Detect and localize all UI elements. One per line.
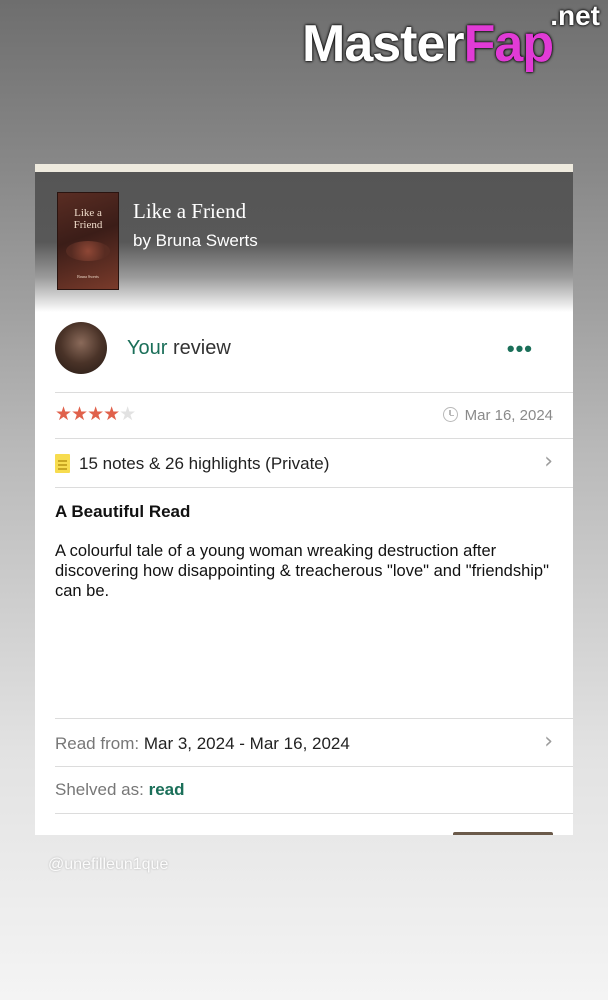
review-heading-rest: review — [167, 337, 231, 359]
review-date-text: Mar 16, 2024 — [464, 407, 553, 424]
rating-row: ★★★★★ Mar 16, 2024 — [55, 393, 573, 439]
shelved-label: Shelved as: — [55, 780, 144, 799]
star-rating[interactable]: ★★★★★ — [55, 403, 136, 426]
read-dates: Read from: Mar 3, 2024 - Mar 16, 2024 — [55, 734, 350, 754]
notes-highlights-row[interactable]: 15 notes & 26 highlights (Private) › — [55, 439, 573, 488]
shelf-link[interactable]: read — [149, 780, 185, 799]
watermark-main: Master — [302, 15, 465, 73]
notes-highlights-label: 15 notes & 26 highlights (Private) — [79, 454, 330, 473]
review-heading: Your review — [127, 337, 231, 360]
book-header: Like a Friend Bruna Swerts Like a Friend… — [35, 172, 573, 312]
user-handle: @unefilleun1que — [48, 856, 169, 873]
avatar[interactable] — [55, 322, 107, 374]
review-headline: A Beautiful Read — [55, 502, 191, 521]
watermark-logo: MasterFap .net — [302, 0, 602, 86]
read-from-label: Read from: — [55, 734, 140, 753]
cover-title: Like a Friend — [73, 207, 103, 231]
bottom-tab-edge — [453, 832, 553, 835]
shelved-as: Shelved as: read — [55, 780, 185, 800]
shelf-row: Shelved as: read — [55, 767, 573, 814]
review-date: Mar 16, 2024 — [442, 407, 553, 424]
review-card: Like a Friend Bruna Swerts Like a Friend… — [35, 164, 573, 835]
read-from-value: Mar 3, 2024 - Mar 16, 2024 — [143, 734, 350, 753]
read-dates-row[interactable]: Read from: Mar 3, 2024 - Mar 16, 2024 › — [55, 719, 573, 767]
watermark-accent: Fap — [463, 15, 554, 73]
review-heading-your: Your — [127, 337, 168, 359]
watermark-tld: .net — [550, 0, 600, 31]
book-author[interactable]: by Bruna Swerts — [133, 231, 258, 251]
stars-filled: ★★★★ — [55, 404, 120, 425]
card-top-border — [35, 164, 573, 172]
review-text: A colourful tale of a young woman wreaki… — [55, 542, 549, 600]
review-body: A Beautiful Read A colourful tale of a y… — [55, 488, 573, 719]
book-cover[interactable]: Like a Friend Bruna Swerts — [57, 192, 119, 290]
chevron-right-icon: › — [544, 729, 553, 754]
more-options-icon[interactable]: ••• — [507, 336, 533, 362]
chevron-right-icon: › — [544, 449, 553, 474]
clock-icon — [442, 407, 458, 422]
review-header: Your review ••• — [55, 312, 573, 393]
book-title[interactable]: Like a Friend — [133, 199, 246, 224]
cover-author: Bruna Swerts — [77, 274, 99, 279]
note-icon — [55, 454, 70, 473]
cover-art — [66, 241, 110, 261]
stars-empty: ★ — [119, 404, 136, 425]
